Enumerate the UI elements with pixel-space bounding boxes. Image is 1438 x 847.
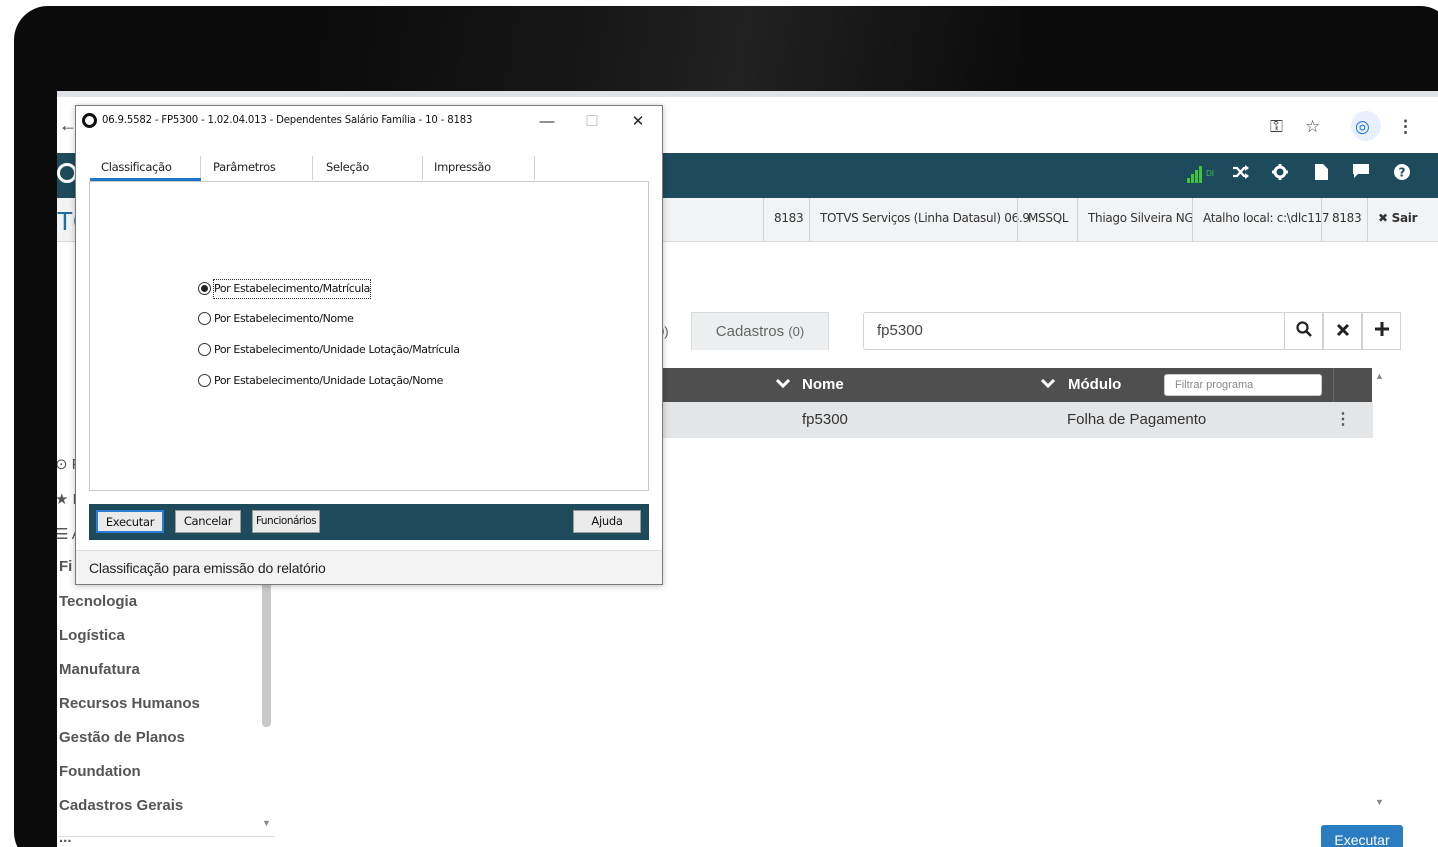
browser-menu-icon[interactable]: ⋮ xyxy=(1397,117,1414,137)
clear-search-button[interactable] xyxy=(1323,312,1362,350)
plus-icon xyxy=(1374,322,1389,336)
dialog-status-bar: Classificação para emissão do relatório xyxy=(76,550,662,584)
company-name: TOTVS Serviços (Linha Datasul) 06.9 xyxy=(809,198,1040,242)
screen: ← ⚿ ☆ ◎ ⋮ DI ? 8183 TOTVS Serviços (Linh… xyxy=(57,91,1438,847)
radio-label: Por Estabelecimento/Matrícula xyxy=(213,279,371,299)
minimize-button[interactable]: — xyxy=(532,110,562,134)
dialog-button-bar: Executar Cancelar Funcionários Ajuda xyxy=(89,504,649,540)
sidebar-scroll-down-icon[interactable]: ▼ xyxy=(262,818,271,828)
maximize-button[interactable]: ☐ xyxy=(577,110,607,134)
sidebar-item-more[interactable]: ... xyxy=(59,829,72,846)
sidebar-item-manufatura[interactable]: Manufatura xyxy=(59,661,140,678)
sort-chevron-icon[interactable] xyxy=(775,368,791,402)
close-icon xyxy=(1336,323,1349,337)
search-input[interactable]: fp5300 xyxy=(863,312,1285,350)
tab-separator xyxy=(534,156,535,180)
dialog-titlebar[interactable]: 06.9.5582 - FP5300 - 1.02.04.013 - Depen… xyxy=(76,106,662,138)
close-button[interactable]: ✕ xyxy=(623,110,653,134)
radio-label: Por Estabelecimento/Unidade Lotação/Nome xyxy=(214,374,444,387)
add-button[interactable] xyxy=(1362,312,1401,350)
execute-button[interactable]: Executar xyxy=(1321,825,1403,847)
document-icon[interactable] xyxy=(1309,164,1333,186)
shuffle-icon[interactable] xyxy=(1229,164,1253,186)
tab-separator xyxy=(422,156,423,180)
company-code: 8183 xyxy=(763,198,813,242)
tab-separator xyxy=(312,156,313,180)
radio-button[interactable] xyxy=(198,282,211,295)
tab-parametros[interactable]: Parâmetros xyxy=(213,152,276,182)
column-header-nome[interactable]: Nome xyxy=(802,368,844,402)
results-table-header-end xyxy=(1333,368,1372,402)
sidebar-item-gestao-de-planos[interactable]: Gestão de Planos xyxy=(59,729,185,746)
key-icon[interactable]: ⚿ xyxy=(1270,117,1283,137)
tab-separator xyxy=(200,156,201,180)
search-icon xyxy=(1295,321,1312,337)
gear-icon[interactable] xyxy=(1268,164,1292,186)
help-icon[interactable]: ? xyxy=(1390,164,1414,186)
logout-button[interactable]: ✖ Sair xyxy=(1367,198,1427,242)
local-shortcut: Atalho local: c:\dlc117 xyxy=(1192,198,1339,242)
tab-selecao[interactable]: Seleção xyxy=(326,152,369,182)
executar-button[interactable]: Executar xyxy=(96,510,164,533)
bezel-reflection xyxy=(320,6,1020,92)
laptop-frame: ← ⚿ ☆ ◎ ⋮ DI ? 8183 TOTVS Serviços (Linh… xyxy=(0,0,1438,847)
status-text: Classificação para emissão do relatório xyxy=(89,560,326,576)
report-dialog: 06.9.5582 - FP5300 - 1.02.04.013 - Depen… xyxy=(75,105,663,585)
tab-cadastros-count: (0) xyxy=(788,324,805,339)
row-nome-cell: fp5300 xyxy=(802,411,848,428)
filter-program-input[interactable]: Filtrar programa xyxy=(1164,374,1322,396)
sidebar-item-financeiro[interactable]: Fi xyxy=(59,558,72,575)
scroll-down-arrow-icon[interactable]: ▼ xyxy=(1375,797,1384,807)
dialog-app-icon xyxy=(82,113,97,128)
environment-code: 8183 xyxy=(1321,198,1371,242)
tab-cadastros-label: Cadastros xyxy=(715,323,785,340)
user-name: Thiago Silveira NG xyxy=(1077,198,1203,242)
sidebar-divider xyxy=(59,836,275,837)
dialog-title: 06.9.5582 - FP5300 - 1.02.04.013 - Depen… xyxy=(102,113,473,126)
row-modulo-cell: Folha de Pagamento xyxy=(1067,411,1207,428)
column-header-modulo[interactable]: Módulo xyxy=(1068,368,1121,402)
radio-button[interactable] xyxy=(198,343,211,356)
star-icon[interactable]: ☆ xyxy=(1305,117,1320,137)
sidebar-item-cadastros-gerais[interactable]: Cadastros Gerais xyxy=(59,797,183,814)
table-row[interactable] xyxy=(657,402,1373,438)
search-button[interactable] xyxy=(1284,312,1323,350)
radio-label: Por Estabelecimento/Unidade Lotação/Matr… xyxy=(214,343,460,356)
tab-cadastros[interactable]: Cadastros (0) xyxy=(691,312,829,350)
funcionarios-button[interactable]: Funcionários xyxy=(252,510,320,533)
sort-chevron-icon[interactable] xyxy=(1040,368,1056,402)
sidebar-item-recursos-humanos[interactable]: Recursos Humanos xyxy=(59,695,200,712)
cancelar-button[interactable]: Cancelar xyxy=(175,510,241,533)
profile-icon[interactable]: ◎ xyxy=(1355,117,1370,137)
tab-impressao[interactable]: Impressão xyxy=(434,152,491,182)
sidebar-item-tecnologia[interactable]: Tecnologia xyxy=(59,593,137,610)
sidebar-item-foundation[interactable]: Foundation xyxy=(59,763,141,780)
sidebar-item-logistica[interactable]: Logística xyxy=(59,627,125,644)
radio-button[interactable] xyxy=(198,312,211,325)
svg-text:?: ? xyxy=(1399,166,1406,180)
radio-label: Por Estabelecimento/Nome xyxy=(214,312,354,325)
signal-label: DI xyxy=(1206,169,1214,178)
sidebar-scrollbar-thumb[interactable] xyxy=(262,582,271,727)
row-kebab-menu-icon[interactable]: ⋮ xyxy=(1335,402,1351,438)
radio-button[interactable] xyxy=(198,374,211,387)
ajuda-button[interactable]: Ajuda xyxy=(573,510,641,533)
totvs-logo-icon[interactable] xyxy=(57,163,77,183)
database-type: MSSQL xyxy=(1017,198,1078,242)
classification-panel: Por Estabelecimento/Matrícula Por Estabe… xyxy=(89,181,649,491)
chat-icon[interactable] xyxy=(1349,164,1373,186)
scroll-up-arrow-icon[interactable]: ▲ xyxy=(1375,371,1384,381)
